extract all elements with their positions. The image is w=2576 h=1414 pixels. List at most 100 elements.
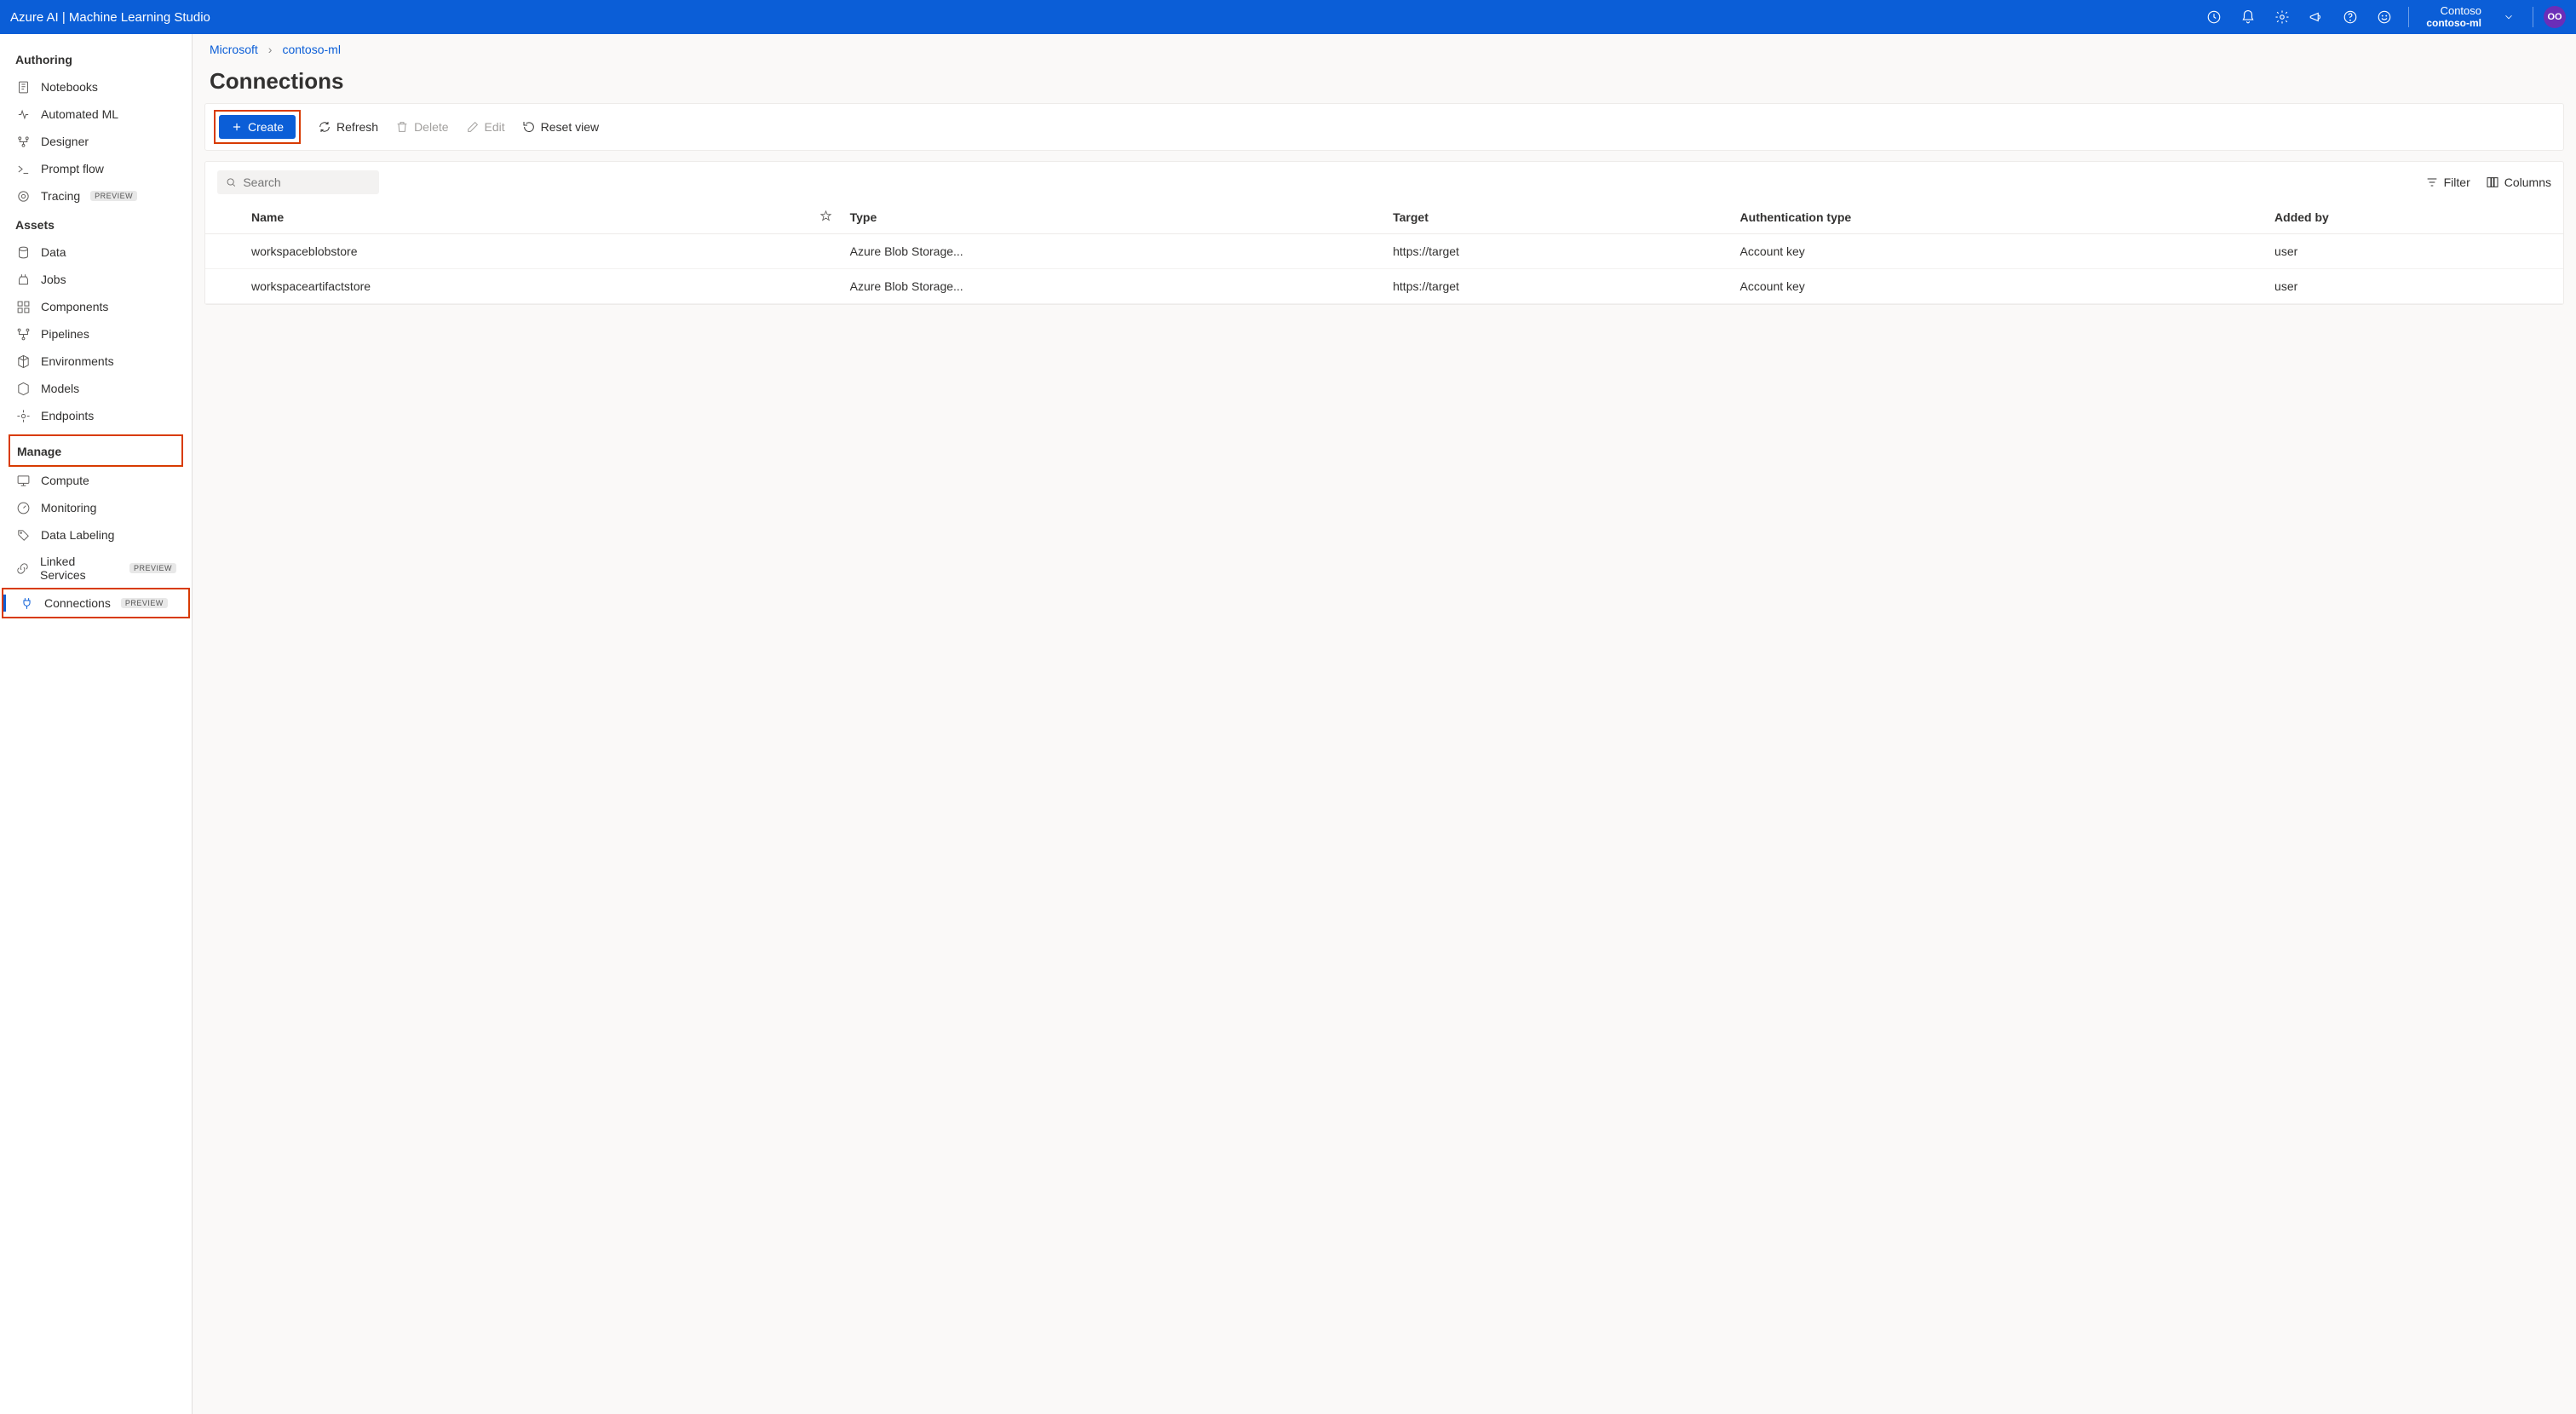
toolbar: Create Refresh Delete Edit Reset view	[204, 103, 2564, 151]
preview-badge: PREVIEW	[90, 191, 137, 201]
preview-badge: PREVIEW	[129, 563, 176, 573]
sidebar-item-label: Compute	[41, 474, 89, 487]
sidebar-item-datalabeling[interactable]: Data Labeling	[0, 521, 192, 549]
breadcrumb-leaf[interactable]: contoso-ml	[282, 43, 340, 56]
gauge-icon	[15, 500, 31, 515]
history-icon[interactable]	[2200, 3, 2228, 31]
chevron-right-icon: ›	[268, 43, 273, 56]
tag-icon	[15, 527, 31, 543]
automl-icon	[15, 106, 31, 122]
smile-icon[interactable]	[2371, 3, 2398, 31]
sidebar-item-connections[interactable]: Connections PREVIEW	[3, 589, 188, 617]
sidebar-item-jobs[interactable]: Jobs	[0, 266, 192, 293]
sidebar-item-notebooks[interactable]: Notebooks	[0, 73, 192, 101]
sidebar-item-compute[interactable]: Compute	[0, 467, 192, 494]
sidebar-item-label: Environments	[41, 354, 114, 368]
sidebar-item-models[interactable]: Models	[0, 375, 192, 402]
sidebar-item-label: Pipelines	[41, 327, 89, 341]
sidebar-item-pipelines[interactable]: Pipelines	[0, 320, 192, 348]
gear-icon[interactable]	[2268, 3, 2296, 31]
col-favorite[interactable]	[811, 201, 842, 234]
sidebar-item-label: Linked Services	[40, 555, 119, 582]
sidebar-item-label: Jobs	[41, 273, 66, 286]
top-icons: Contoso contoso-ml OO	[2200, 3, 2566, 31]
sidebar-item-tracing[interactable]: Tracing PREVIEW	[0, 182, 192, 210]
sidebar-item-label: Data Labeling	[41, 528, 114, 542]
sidebar-section-assets: Assets	[0, 210, 192, 239]
sidebar-item-automl[interactable]: Automated ML	[0, 101, 192, 128]
table-row[interactable]: workspaceartifactstore Azure Blob Storag…	[205, 269, 2563, 304]
preview-badge: PREVIEW	[121, 598, 168, 608]
sidebar-item-monitoring[interactable]: Monitoring	[0, 494, 192, 521]
resetview-label: Reset view	[541, 120, 599, 134]
sidebar-item-label: Data	[41, 245, 66, 259]
sidebar-item-components[interactable]: Components	[0, 293, 192, 320]
cell-type: Azure Blob Storage...	[842, 269, 1385, 304]
sidebar-item-environments[interactable]: Environments	[0, 348, 192, 375]
sidebar: Authoring Notebooks Automated ML Designe…	[0, 34, 193, 1414]
filter-label: Filter	[2444, 175, 2470, 189]
sidebar-item-label: Notebooks	[41, 80, 98, 94]
chevron-down-icon[interactable]	[2495, 3, 2522, 31]
col-target[interactable]: Target	[1384, 201, 1731, 234]
edit-label: Edit	[485, 120, 505, 134]
col-auth[interactable]: Authentication type	[1732, 201, 2267, 234]
trash-icon	[395, 120, 409, 134]
col-name[interactable]: Name	[243, 201, 811, 234]
sidebar-item-linkedservices[interactable]: Linked Services PREVIEW	[0, 549, 192, 588]
tenant-block[interactable]: Contoso contoso-ml	[2419, 5, 2488, 28]
create-button[interactable]: Create	[219, 115, 296, 139]
connections-panel: Filter Columns Name Type Target Authenti…	[204, 161, 2564, 305]
sidebar-item-promptflow[interactable]: Prompt flow	[0, 155, 192, 182]
sidebar-item-label: Models	[41, 382, 79, 395]
cell-addedby: user	[2266, 269, 2563, 304]
designer-icon	[15, 134, 31, 149]
cell-name: workspaceartifactstore	[243, 269, 811, 304]
resetview-button[interactable]: Reset view	[522, 120, 599, 134]
breadcrumb: Microsoft › contoso-ml	[193, 34, 2576, 65]
link-icon	[15, 560, 30, 576]
breadcrumb-root[interactable]: Microsoft	[210, 43, 258, 56]
cube-icon	[15, 354, 31, 369]
table-row[interactable]: workspaceblobstore Azure Blob Storage...…	[205, 234, 2563, 269]
refresh-icon	[318, 120, 331, 134]
brand-title: Azure AI | Machine Learning Studio	[10, 10, 2200, 25]
sidebar-item-designer[interactable]: Designer	[0, 128, 192, 155]
sidebar-section-manage: Manage	[10, 436, 181, 465]
divider	[2408, 7, 2409, 27]
help-icon[interactable]	[2337, 3, 2364, 31]
pencil-icon	[466, 120, 480, 134]
search-input[interactable]	[243, 175, 371, 189]
table-header-row: Name Type Target Authentication type Add…	[205, 201, 2563, 234]
delete-label: Delete	[414, 120, 448, 134]
sidebar-item-label: Connections	[44, 596, 111, 610]
search-box[interactable]	[217, 170, 379, 194]
components-icon	[15, 299, 31, 314]
bell-icon[interactable]	[2234, 3, 2262, 31]
sidebar-item-label: Tracing	[41, 189, 80, 203]
col-addedby[interactable]: Added by	[2266, 201, 2563, 234]
workspace-name: contoso-ml	[2426, 18, 2481, 29]
sidebar-item-label: Prompt flow	[41, 162, 104, 175]
filter-button[interactable]: Filter	[2425, 175, 2470, 189]
search-icon	[226, 176, 236, 188]
refresh-button[interactable]: Refresh	[318, 120, 378, 134]
highlight-connections: Connections PREVIEW	[2, 588, 190, 618]
tenant-name: Contoso	[2426, 5, 2481, 17]
avatar[interactable]: OO	[2544, 6, 2566, 28]
col-checkbox	[205, 201, 243, 234]
main-content: Microsoft › contoso-ml Connections Creat…	[193, 34, 2576, 1414]
cell-addedby: user	[2266, 234, 2563, 269]
terminal-icon	[15, 161, 31, 176]
sidebar-item-endpoints[interactable]: Endpoints	[0, 402, 192, 429]
jobs-icon	[15, 272, 31, 287]
highlight-manage: Manage	[9, 434, 183, 467]
columns-button[interactable]: Columns	[2486, 175, 2551, 189]
notebook-icon	[15, 79, 31, 95]
star-icon	[819, 210, 832, 222]
sidebar-item-data[interactable]: Data	[0, 239, 192, 266]
sidebar-item-label: Monitoring	[41, 501, 96, 514]
col-type[interactable]: Type	[842, 201, 1385, 234]
refresh-label: Refresh	[336, 120, 378, 134]
megaphone-icon[interactable]	[2303, 3, 2330, 31]
